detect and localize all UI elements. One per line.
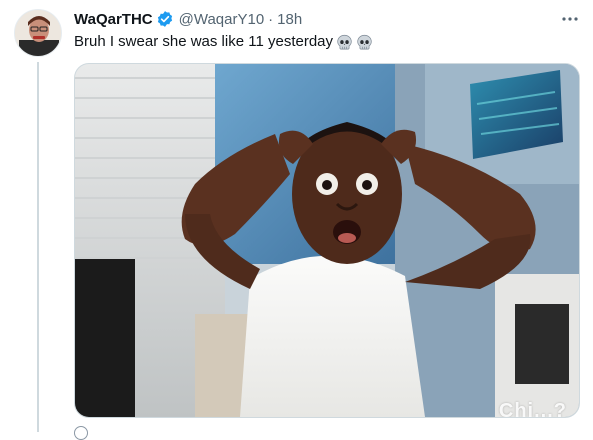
timestamp[interactable]: 18h: [277, 11, 302, 28]
thread-line: [37, 62, 39, 432]
reply-icon[interactable]: [74, 426, 88, 440]
skull-emoji-icon: [356, 34, 373, 51]
display-name[interactable]: WaQarTHC: [74, 11, 153, 28]
more-options-icon[interactable]: [556, 9, 584, 29]
tweet-media-image[interactable]: Chi...?: [74, 63, 580, 418]
tweet[interactable]: WaQarTHC @WaqarY10 · 18h Bruh I swear sh…: [0, 0, 593, 440]
separator-dot: ·: [268, 10, 274, 28]
verified-badge-icon: [156, 10, 174, 28]
avatar-image: [15, 10, 61, 56]
tweet-header: WaQarTHC @WaqarY10 · 18h: [74, 9, 302, 29]
media-watermark: Chi...?: [498, 400, 567, 418]
handle[interactable]: @WaqarY10: [179, 11, 265, 28]
avatar[interactable]: [14, 9, 62, 57]
media-photo: [75, 64, 579, 417]
tweet-text: Bruh I swear she was like 11 yesterday: [74, 33, 334, 50]
tweet-text-row: Bruh I swear she was like 11 yesterday: [74, 32, 373, 52]
skull-emoji-icon: [336, 34, 353, 51]
